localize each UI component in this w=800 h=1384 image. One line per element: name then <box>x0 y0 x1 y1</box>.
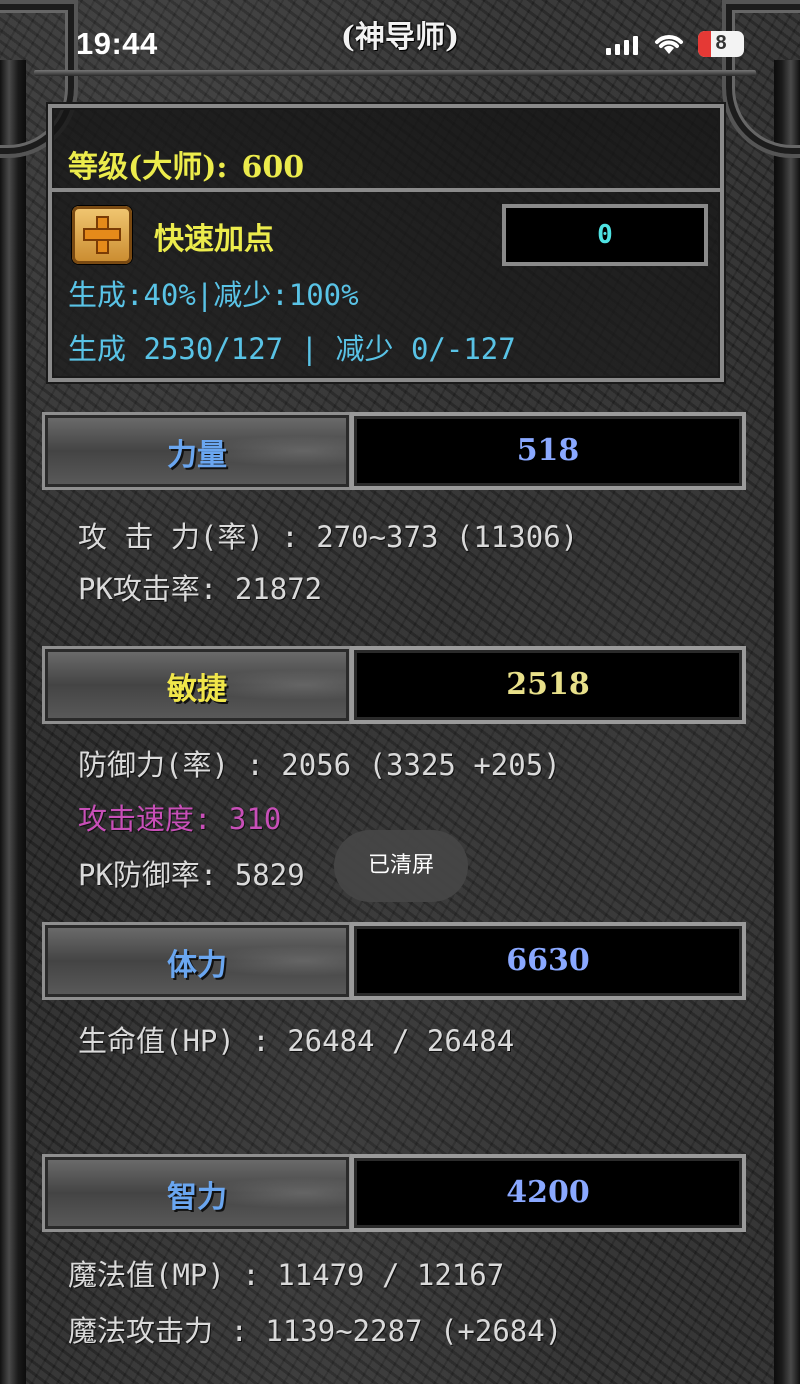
magic-attack-text: 魔法攻击力 : 1139~2287 (+2684) <box>68 1314 563 1348</box>
free-points-field[interactable]: 0 <box>502 204 708 266</box>
toast-message: 已清屏 <box>334 830 468 902</box>
generate-rate-text: 生成:40%|减少:100% <box>68 278 359 312</box>
stat-value-strength[interactable]: 518 <box>350 412 746 490</box>
hp-text: 生命值(HP) : 26484 / 26484 <box>78 1024 515 1058</box>
left-frame-border <box>0 60 26 1384</box>
level-panel: 等级(大师): 600 快速加点 0 生成:40%|减少:100% 生成 2530… <box>48 104 724 382</box>
stat-label-agility: 敏捷 <box>167 672 227 707</box>
attack-speed-text: 攻击速度: 310 <box>78 802 282 836</box>
title-divider <box>34 70 756 76</box>
quick-add-plus-icon[interactable] <box>72 206 132 264</box>
pk-defense-rate-text: PK防御率: 5829 <box>78 858 305 892</box>
stat-row-stamina[interactable]: 体力 6630 <box>42 922 746 1000</box>
stat-row-strength[interactable]: 力量 518 <box>42 412 746 490</box>
level-label: 等级(大师): <box>68 150 228 185</box>
mp-text: 魔法值(MP) : 11479 / 12167 <box>68 1258 505 1292</box>
defense-text: 防御力(率) : 2056 (3325 +205) <box>78 748 561 782</box>
right-frame-border <box>774 60 800 1384</box>
stat-row-agility[interactable]: 敏捷 2518 <box>42 646 746 724</box>
attack-power-text: 攻 击 力(率) : 270~373 (11306) <box>78 520 579 554</box>
generate-count-text: 生成 2530/127 | 减少 0/-127 <box>68 332 516 366</box>
stat-value-agility[interactable]: 2518 <box>350 646 746 724</box>
level-row: 等级(大师): 600 <box>68 142 304 186</box>
stat-row-intelligence[interactable]: 智力 4200 <box>42 1154 746 1232</box>
level-divider <box>52 188 720 192</box>
stat-label-stamina: 体力 <box>167 948 227 983</box>
level-value: 600 <box>241 150 305 185</box>
stat-value-intelligence[interactable]: 4200 <box>350 1154 746 1232</box>
page-title: (神导师) <box>340 20 460 55</box>
stat-label-intelligence: 智力 <box>167 1180 227 1215</box>
pk-attack-rate-text: PK攻击率: 21872 <box>78 572 323 606</box>
stat-label-strength: 力量 <box>167 438 227 473</box>
stat-value-stamina[interactable]: 6630 <box>350 922 746 1000</box>
quick-add-button[interactable]: 快速加点 <box>154 214 274 258</box>
